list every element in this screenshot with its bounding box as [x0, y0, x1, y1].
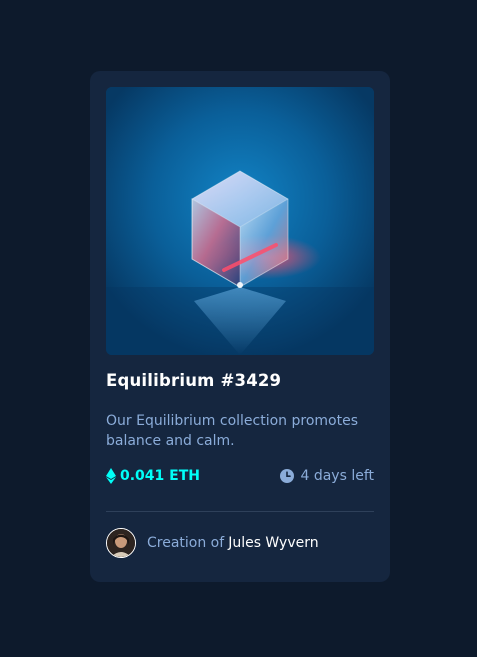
creation-prefix: Creation of: [147, 535, 225, 551]
nft-card: Equilibrium #3429 Our Equilibrium collec…: [90, 71, 390, 582]
divider: [106, 511, 374, 512]
nft-time-left: 4 days left: [280, 468, 374, 484]
nft-price: 0.041 ETH: [106, 468, 200, 484]
time-left-value: 4 days left: [300, 468, 374, 484]
price-value: 0.041 ETH: [120, 468, 200, 484]
nft-title[interactable]: Equilibrium #3429: [106, 371, 281, 390]
equilibrium-cube-image: [106, 87, 374, 355]
clock-icon: [280, 469, 295, 483]
creator-text: Creation of Jules Wyvern: [147, 535, 319, 551]
creator-avatar[interactable]: [106, 528, 136, 558]
nft-image[interactable]: [106, 87, 374, 355]
creator-row: Creation of Jules Wyvern: [106, 528, 319, 558]
ethereum-icon: [106, 468, 116, 484]
nft-description: Our Equilibrium collection promotes bala…: [106, 413, 358, 449]
creator-name-link[interactable]: Jules Wyvern: [228, 535, 318, 551]
